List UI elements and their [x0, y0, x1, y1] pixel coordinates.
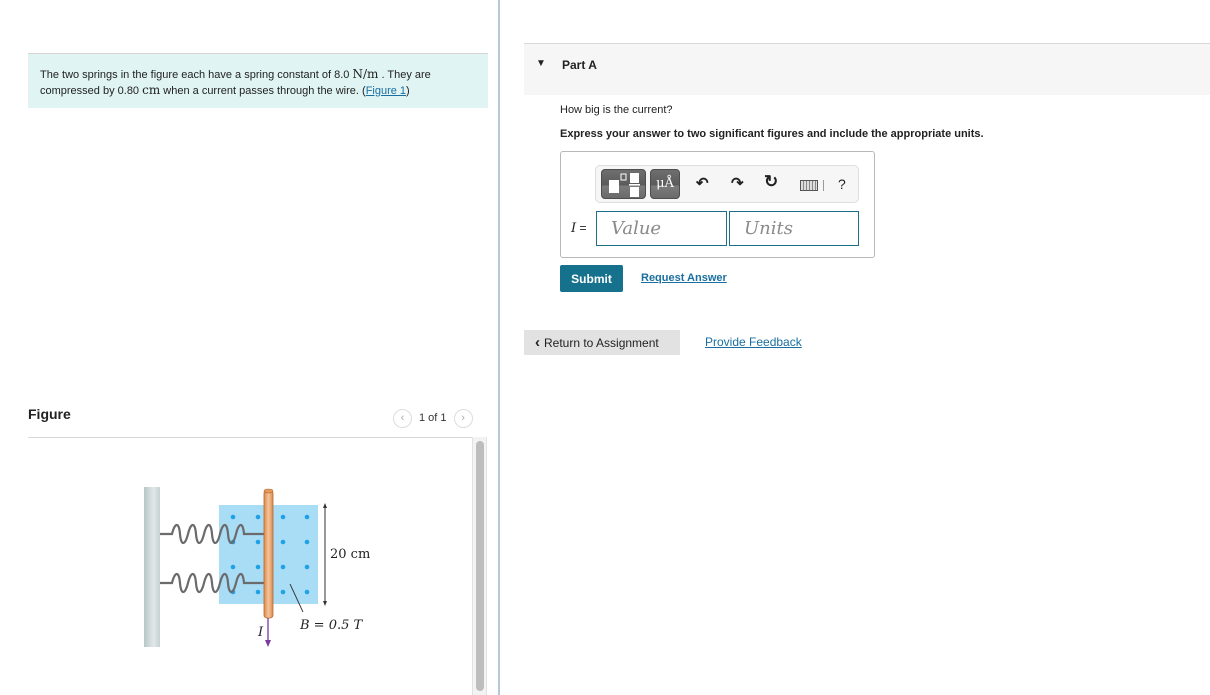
return-label: Return to Assignment: [544, 336, 659, 350]
keyboard-icon[interactable]: [800, 180, 818, 191]
question-text: How big is the current?: [560, 104, 673, 116]
help-icon[interactable]: ?: [838, 174, 846, 194]
figure-pager: ‹ 1 of 1 ›: [393, 408, 473, 428]
provide-feedback-link[interactable]: Provide Feedback: [705, 335, 802, 349]
compression-unit: cm: [142, 83, 161, 97]
toolbar-separator: [823, 180, 824, 191]
current-label: I: [257, 625, 264, 640]
math-toolbar: μÅ ↶ ↷ ↻ ?: [595, 165, 859, 203]
wall: [144, 487, 160, 647]
figure-page-indicator: 1 of 1: [419, 412, 447, 424]
spring-wire-diagram: 20 cm B = 0.5 T I: [144, 487, 370, 647]
problem-statement: The two springs in the figure each have …: [28, 53, 488, 108]
chevron-right-icon: ›: [461, 412, 465, 424]
prev-figure-button[interactable]: ‹: [393, 408, 412, 428]
figure-link[interactable]: Figure 1: [366, 85, 406, 97]
figure-divider: [28, 437, 487, 438]
undo-icon[interactable]: ↶: [696, 174, 709, 194]
figure-image: 20 cm B = 0.5 T I: [140, 484, 380, 654]
part-a-header[interactable]: [524, 43, 1210, 95]
redo-icon[interactable]: ↷: [731, 174, 744, 194]
problem-text-1: The two springs in the figure each have …: [40, 69, 353, 81]
variable-label: I =: [571, 221, 586, 236]
problem-text-4: ): [406, 85, 410, 97]
reset-icon[interactable]: ↻: [764, 172, 778, 192]
equals-sign: =: [576, 221, 587, 235]
figure-scrollbar-thumb[interactable]: [476, 441, 484, 691]
part-a-title: Part A: [562, 58, 597, 72]
value-input[interactable]: [596, 211, 727, 246]
answer-instructions: Express your answer to two significant f…: [560, 128, 984, 140]
problem-text-3: when a current passes through the wire. …: [160, 85, 366, 97]
chevron-left-icon: ‹: [535, 334, 540, 351]
figure-title: Figure: [28, 406, 71, 422]
wire-rod: [263, 489, 274, 619]
field-label: B = 0.5 T: [299, 618, 364, 633]
length-label: 20 cm: [330, 547, 370, 562]
collapse-caret-icon[interactable]: ▼: [536, 58, 546, 69]
return-to-assignment-button[interactable]: ‹ Return to Assignment: [524, 330, 680, 355]
units-button[interactable]: μÅ: [650, 169, 680, 199]
submit-button[interactable]: Submit: [560, 265, 623, 292]
fraction-template-icon: [609, 173, 640, 197]
spring-constant-unit: N/m: [352, 67, 379, 81]
next-figure-button[interactable]: ›: [453, 408, 473, 428]
chevron-left-icon: ‹: [400, 412, 405, 424]
request-answer-link[interactable]: Request Answer: [641, 272, 727, 284]
templates-button[interactable]: [601, 169, 646, 199]
pane-divider[interactable]: [498, 0, 500, 695]
units-input[interactable]: [729, 211, 859, 246]
units-icon: μÅ: [656, 176, 674, 191]
